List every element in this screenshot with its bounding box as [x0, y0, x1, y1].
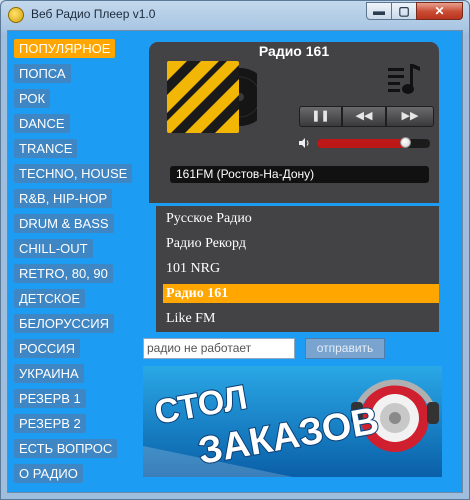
genre-item[interactable]: R&B, HIP-HOP — [14, 189, 113, 208]
playlist-icon[interactable] — [386, 62, 422, 96]
station-item[interactable]: 101 NRG — [163, 259, 439, 278]
genre-item[interactable]: CHILL-OUT — [14, 239, 93, 258]
station-list: Русское Радио Радио Рекорд 101 NRG Радио 16… — [156, 206, 439, 332]
genre-item[interactable]: DRUM & BASS — [14, 214, 114, 233]
maximize-button[interactable]: ▢ — [391, 2, 417, 20]
station-title: Радио 161 — [258, 43, 330, 59]
volume-knob[interactable] — [400, 137, 412, 148]
rewind-icon: ◀◀ — [355, 110, 373, 122]
station-item[interactable]: Like FM — [163, 309, 439, 328]
station-item[interactable]: Русское Радио — [163, 209, 439, 228]
genre-item[interactable]: РЕЗЕРВ 1 — [14, 389, 86, 408]
station-item[interactable]: Радио 161 — [163, 284, 439, 303]
genre-item[interactable]: О РАДИО — [14, 464, 83, 483]
genre-item[interactable]: TRANCE — [14, 139, 78, 158]
close-button[interactable]: ✕ — [416, 2, 463, 20]
genre-item[interactable]: РОК — [14, 89, 51, 108]
genre-item[interactable]: РОССИЯ — [14, 339, 81, 358]
volume-fill — [317, 139, 406, 148]
pause-icon: ❚❚ — [311, 110, 330, 122]
volume-slider[interactable] — [317, 137, 430, 148]
app-window: Веб Радио Плеер v1.0 ▬ ▢ ✕ ПОПУЛЯРНОЕ ПОП… — [0, 0, 470, 500]
pause-button[interactable]: ❚❚ — [299, 106, 342, 127]
minimize-button[interactable]: ▬ — [366, 2, 392, 20]
genre-item[interactable]: БЕЛОРУССИЯ — [14, 314, 114, 333]
send-button[interactable]: отправить — [305, 338, 385, 359]
genre-item[interactable]: УКРАИНА — [14, 364, 84, 383]
next-station-button[interactable]: ▶▶ — [386, 106, 434, 127]
title-bar: Веб Радио Плеер v1.0 ▬ ▢ ✕ — [1, 1, 469, 29]
app-logo-icon — [8, 7, 24, 23]
order-desk-banner[interactable]: СТОЛ ЗАКАЗОВ — [143, 366, 442, 477]
genre-item[interactable]: DANCE — [14, 114, 70, 133]
station-cover-art — [167, 61, 257, 133]
forward-icon: ▶▶ — [401, 110, 419, 122]
genre-item[interactable]: ПОПУЛЯРНОЕ — [14, 39, 116, 58]
report-field[interactable]: радио не работает — [143, 338, 295, 359]
now-playing-display: 161FM (Ростов-На-Дону) — [170, 166, 429, 183]
genre-item[interactable]: ДЕТСКОЕ — [14, 289, 86, 308]
genre-item[interactable]: RETRO, 80, 90 — [14, 264, 113, 283]
station-item[interactable]: Радио Рекорд — [163, 234, 439, 253]
app-content: ПОПУЛЯРНОЕ ПОПСА РОК DANCE TRANCE TECHNO, HOU… — [7, 30, 463, 493]
window-title: Веб Радио Плеер v1.0 — [31, 7, 156, 21]
previous-station-button[interactable]: ◀◀ — [342, 106, 386, 127]
genre-item[interactable]: ПОПСА — [14, 64, 71, 83]
speaker-icon — [299, 138, 309, 148]
genre-item[interactable]: ЕСТЬ ВОПРОС — [14, 439, 118, 458]
player-panel: Радио 161 ❚❚ ◀◀ ▶▶ 161FM (Ростов-На-Дону… — [149, 42, 439, 203]
genre-item[interactable]: РЕЗЕРВ 2 — [14, 414, 86, 433]
genre-item[interactable]: TECHNO, HOUSE — [14, 164, 133, 183]
